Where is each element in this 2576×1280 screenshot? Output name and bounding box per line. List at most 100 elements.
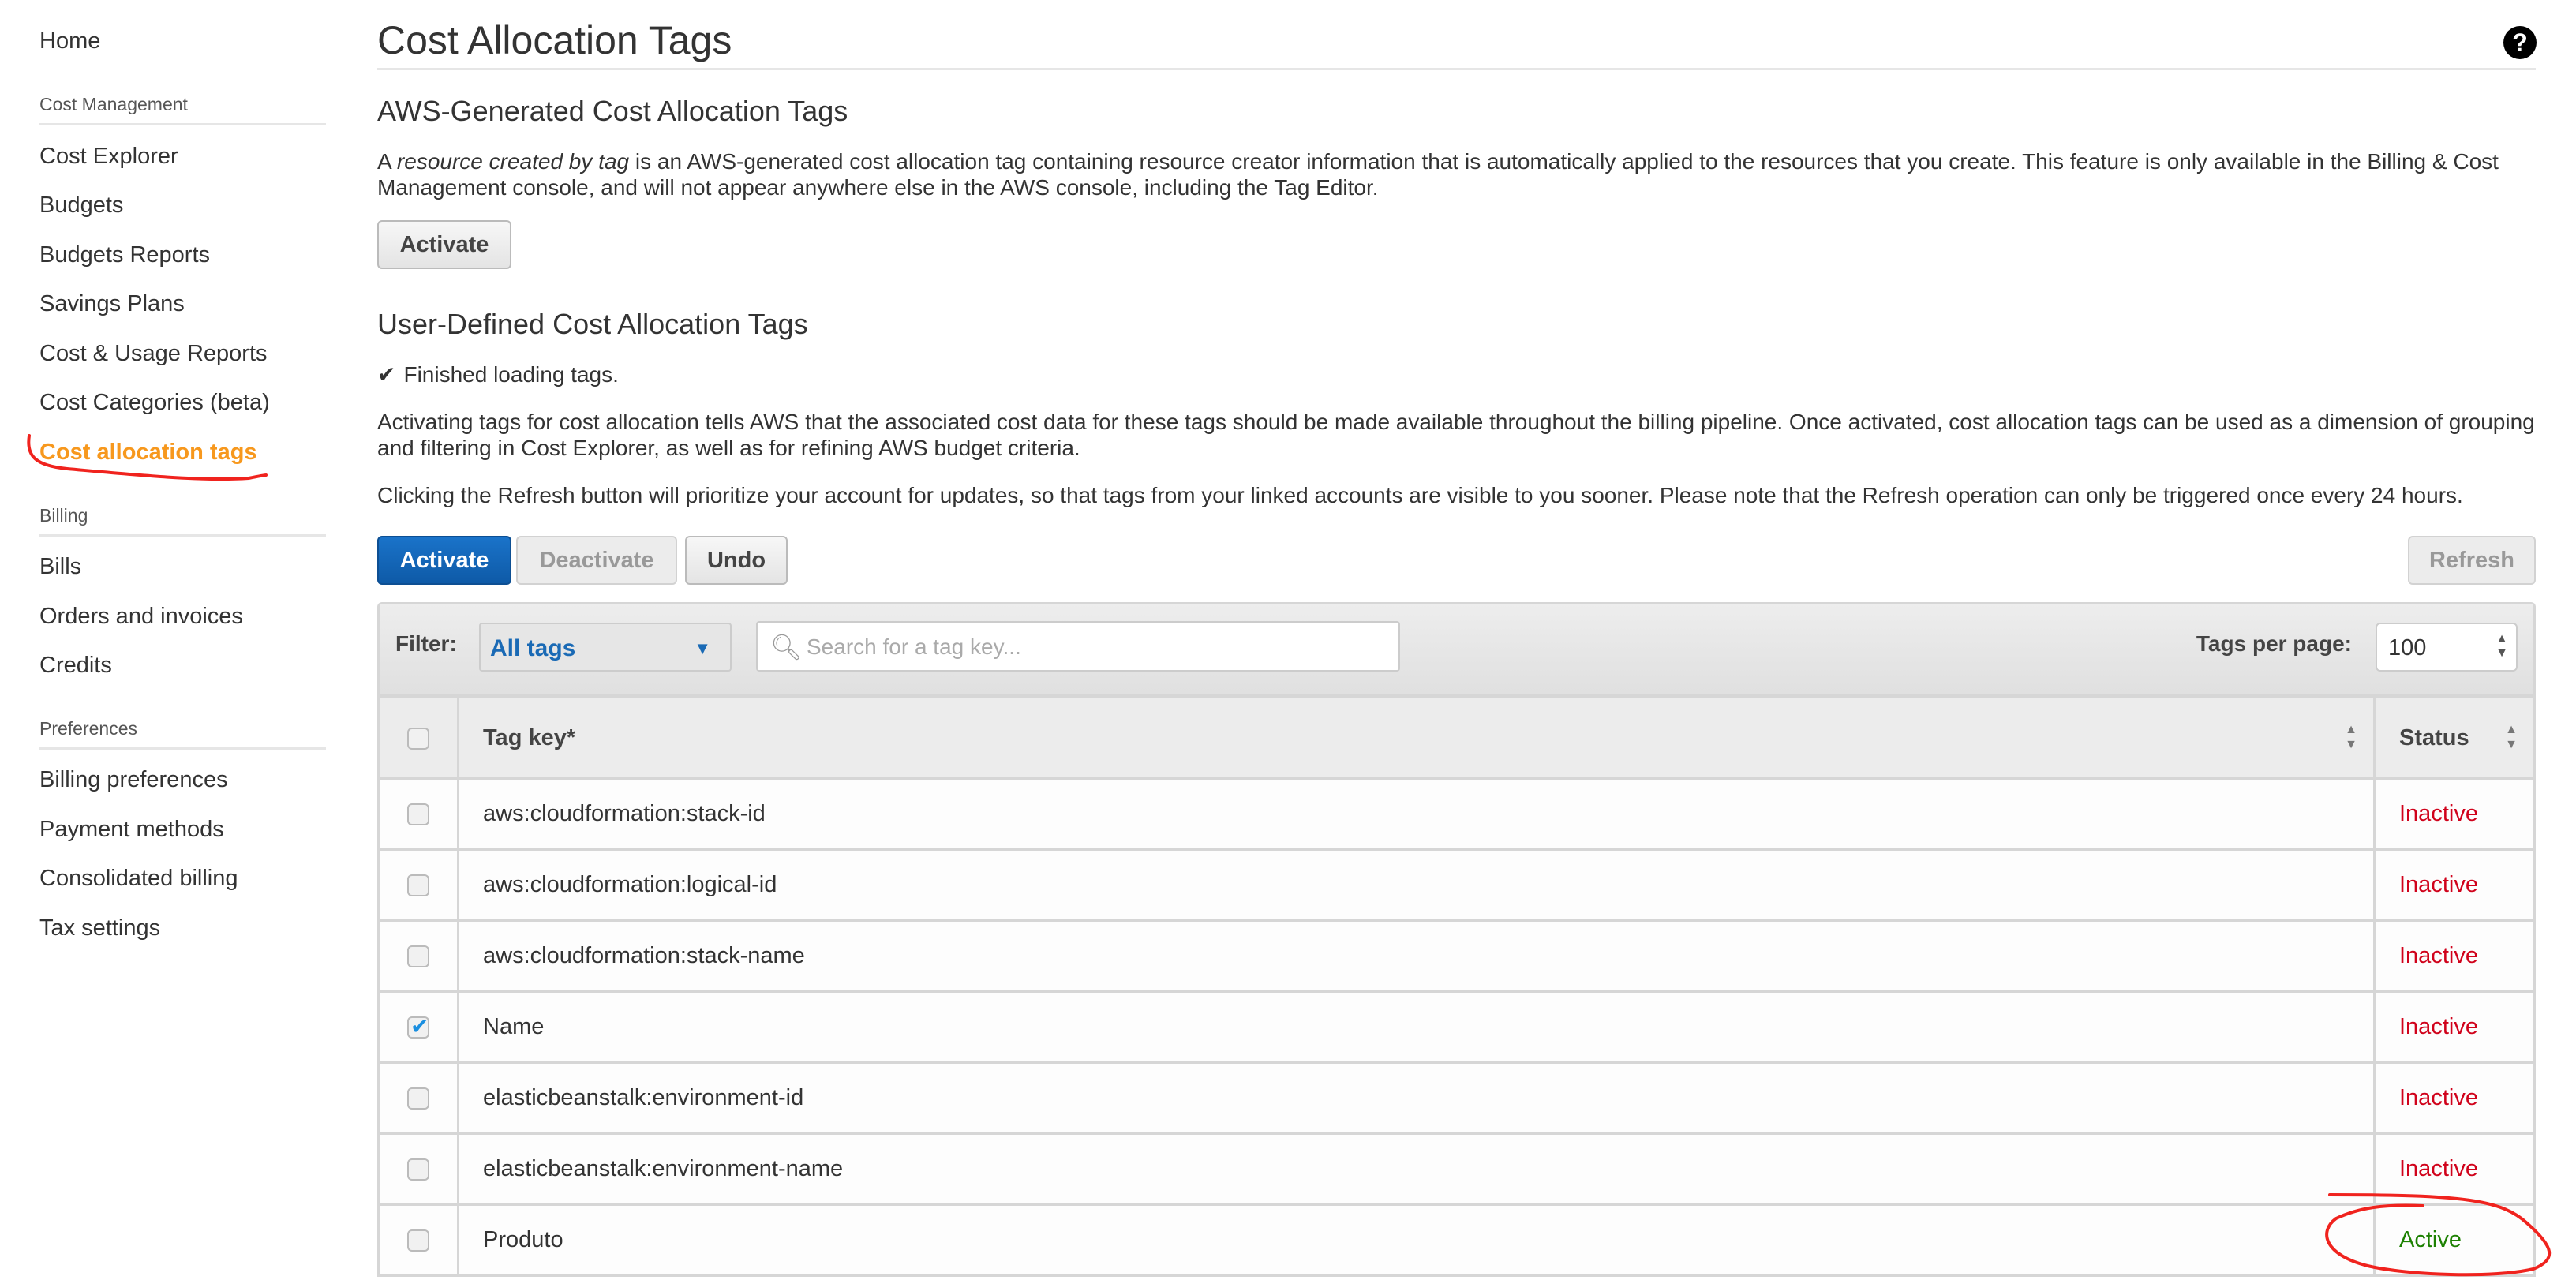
table-header-row: Tag key* ▲ ▼ Status ▲ ▼ [380, 696, 2533, 780]
tag-key-cell: aws:cloudformation:logical-id [457, 848, 2376, 922]
sidebar-item-home[interactable]: Home [39, 28, 100, 54]
tags-table: Filter: All tags ▼ 🔍︎ Tags per page: 100… [377, 602, 2536, 1277]
tag-key-header-label: Tag key* [483, 724, 576, 750]
sidebar-item-credits[interactable]: Credits [39, 653, 112, 679]
table-row[interactable]: aws:cloudformation:stack-id Inactive [380, 777, 2533, 851]
tags-per-page-select[interactable]: 100 ▲ ▼ [2376, 623, 2518, 672]
status-cell: Inactive [2373, 990, 2533, 1064]
activate-button[interactable]: Activate [377, 536, 511, 585]
select-all-checkbox[interactable] [407, 727, 429, 750]
search-box[interactable]: 🔍︎ [756, 621, 1400, 672]
tag-key: Produto [483, 1227, 564, 1252]
status-badge: Inactive [2399, 943, 2478, 968]
aws-generated-activate-button[interactable]: Activate [377, 220, 511, 269]
aws-generated-description: A resource created by tag is an AWS-gene… [377, 148, 2536, 200]
title-divider [377, 68, 2536, 70]
tag-key-cell: aws:cloudformation:stack-id [457, 777, 2376, 851]
sidebar-item-cost-usage-reports[interactable]: Cost & Usage Reports [39, 341, 268, 367]
filter-label: Filter: [395, 631, 457, 656]
sort-icon[interactable]: ▲ ▼ [2345, 722, 2357, 752]
row-checkbox[interactable] [407, 874, 429, 897]
tags-grid: Tag key* ▲ ▼ Status ▲ ▼ aws:cloudformation:s… [380, 696, 2533, 1277]
deactivate-button[interactable]: Deactivate [516, 536, 677, 585]
select-all-cell [380, 696, 459, 780]
tag-key-cell: Produto [457, 1203, 2376, 1277]
desc-prefix: A [377, 149, 397, 174]
row-select-cell [380, 919, 459, 993]
status-cell: Inactive [2373, 1061, 2533, 1135]
tag-key-cell: aws:cloudformation:stack-name [457, 919, 2376, 993]
row-checkbox[interactable] [407, 803, 429, 826]
tag-key-cell: elasticbeanstalk:environment-name [457, 1132, 2376, 1206]
filter-bar: Filter: All tags ▼ 🔍︎ Tags per page: 100… [380, 604, 2533, 696]
sidebar-item-payment-methods[interactable]: Payment methods [39, 817, 224, 843]
row-select-cell [380, 848, 459, 922]
table-body: aws:cloudformation:stack-id Inactive aws:c… [380, 777, 2533, 1277]
row-select-cell [380, 1132, 459, 1206]
help-icon[interactable]: ? [2503, 26, 2537, 59]
checkmark-icon: ✔ [377, 362, 396, 387]
refresh-description: Clicking the Refresh button will priorit… [377, 483, 2463, 507]
sidebar-section-cost-management: Cost Management [39, 94, 326, 125]
user-defined-section-title: User-Defined Cost Allocation Tags [377, 308, 808, 340]
tag-key: elasticbeanstalk:environment-name [483, 1156, 844, 1181]
sidebar-item-consolidated-billing[interactable]: Consolidated billing [39, 866, 238, 892]
filter-selected-value: All tags [490, 635, 576, 661]
sidebar-section-billing: Billing [39, 505, 326, 537]
table-row[interactable]: aws:cloudformation:logical-id Inactive [380, 848, 2533, 922]
tag-key: aws:cloudformation:logical-id [483, 872, 777, 897]
refresh-button[interactable]: Refresh [2408, 536, 2536, 585]
status-badge: Active [2399, 1227, 2462, 1252]
table-row[interactable]: Produto Active [380, 1203, 2533, 1277]
status-cell: Inactive [2373, 1132, 2533, 1206]
desc-emphasis: resource created by tag [396, 149, 630, 174]
column-header-tag-key[interactable]: Tag key* ▲ ▼ [457, 696, 2376, 780]
table-row[interactable]: elasticbeanstalk:environment-id Inactive [380, 1061, 2533, 1135]
status-badge: Inactive [2399, 872, 2478, 897]
status-cell: Inactive [2373, 919, 2533, 993]
sidebar-item-savings-plans[interactable]: Savings Plans [39, 291, 185, 317]
column-header-status[interactable]: Status ▲ ▼ [2373, 696, 2533, 780]
row-select-cell [380, 990, 459, 1064]
sidebar-item-cost-allocation-tags[interactable]: Cost allocation tags [39, 440, 257, 466]
row-checkbox[interactable] [407, 1229, 429, 1252]
status-cell: Inactive [2373, 777, 2533, 851]
sidebar-item-orders-invoices[interactable]: Orders and invoices [39, 604, 243, 630]
row-select-cell [380, 777, 459, 851]
sidebar-item-cost-explorer[interactable]: Cost Explorer [39, 144, 178, 170]
status-badge: Inactive [2399, 801, 2478, 826]
loading-status: ✔ Finished loading tags. [377, 361, 2536, 387]
caret-down-icon: ▼ [694, 638, 711, 658]
page-title: Cost Allocation Tags [377, 18, 732, 62]
undo-button[interactable]: Undo [685, 536, 788, 585]
table-row[interactable]: elasticbeanstalk:environment-name Inactiv… [380, 1132, 2533, 1206]
tag-key: aws:cloudformation:stack-id [483, 801, 766, 826]
search-icon: 🔍︎ [770, 633, 803, 661]
status-cell: Inactive [2373, 848, 2533, 922]
sidebar-item-cost-categories[interactable]: Cost Categories (beta) [39, 390, 270, 416]
row-checkbox[interactable] [407, 1087, 429, 1110]
stepper-arrows-icon: ▲ ▼ [2496, 632, 2508, 660]
search-input[interactable] [805, 631, 1384, 664]
table-row[interactable]: Name Inactive [380, 990, 2533, 1064]
sidebar-item-bills[interactable]: Bills [39, 554, 81, 580]
sidebar-section-preferences: Preferences [39, 718, 326, 750]
row-checkbox[interactable] [407, 1158, 429, 1181]
status-badge: Inactive [2399, 1085, 2478, 1110]
filter-dropdown[interactable]: All tags ▼ [479, 623, 732, 672]
sidebar-item-budgets-reports[interactable]: Budgets Reports [39, 242, 210, 268]
tags-per-page-value: 100 [2388, 635, 2427, 661]
status-badge: Inactive [2399, 1014, 2478, 1039]
sort-icon[interactable]: ▲ ▼ [2505, 722, 2518, 752]
table-row[interactable]: aws:cloudformation:stack-name Inactive [380, 919, 2533, 993]
row-checkbox[interactable] [407, 945, 429, 968]
row-select-cell [380, 1061, 459, 1135]
tag-key: Name [483, 1014, 545, 1039]
tag-key: aws:cloudformation:stack-name [483, 943, 805, 968]
tags-per-page-label: Tags per page: [2196, 631, 2352, 656]
tag-key-cell: elasticbeanstalk:environment-id [457, 1061, 2376, 1135]
row-checkbox[interactable] [407, 1013, 429, 1039]
sidebar-item-tax-settings[interactable]: Tax settings [39, 915, 160, 941]
sidebar-item-billing-preferences[interactable]: Billing preferences [39, 767, 228, 793]
sidebar-item-budgets[interactable]: Budgets [39, 193, 123, 219]
